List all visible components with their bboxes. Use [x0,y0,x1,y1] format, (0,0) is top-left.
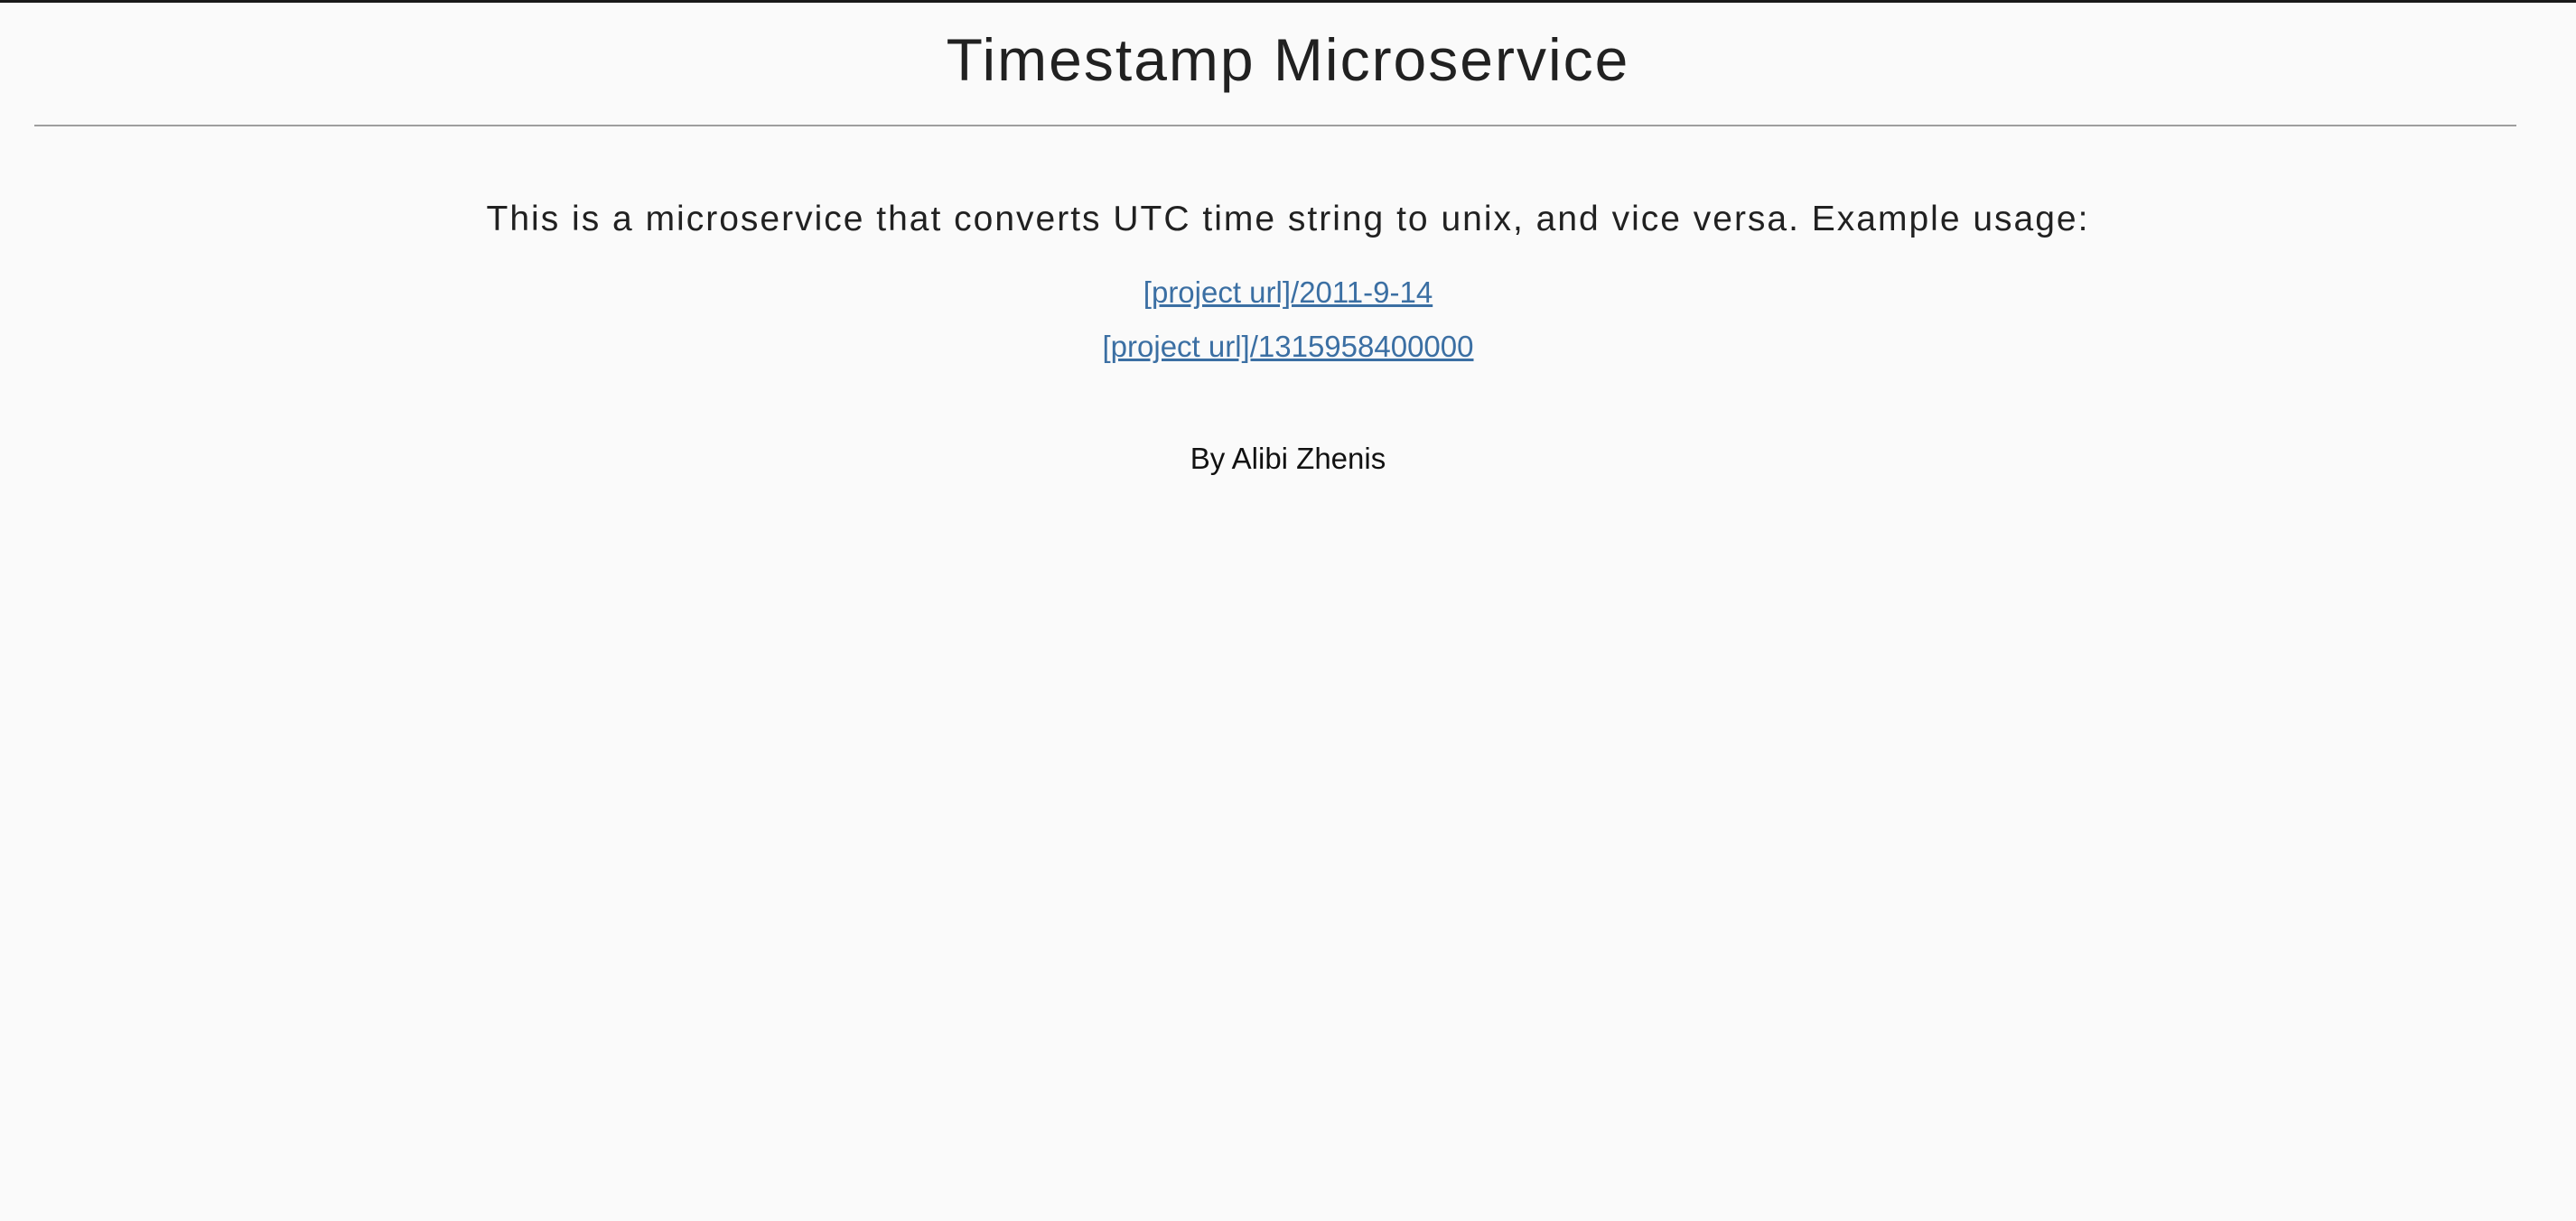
example-link-unix[interactable]: [project url]/1315958400000 [1103,330,1474,363]
page-title: Timestamp Microservice [946,26,1630,93]
author-credit: By Alibi Zhenis [1190,442,1386,475]
example-item-date: [project url]/2011-9-14 [0,271,2576,314]
header-divider [34,125,2516,126]
window-top-edge [0,0,2576,3]
example-link-date[interactable]: [project url]/2011-9-14 [1143,275,1433,309]
service-description: This is a microservice that converts UTC… [486,200,2090,238]
example-item-unix: [project url]/1315958400000 [0,325,2576,368]
